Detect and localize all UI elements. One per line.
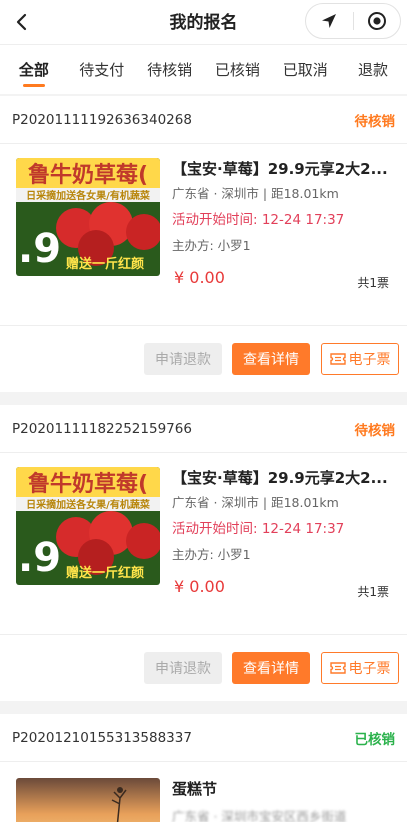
e-ticket-button[interactable]: 电子票 (321, 652, 399, 684)
tab-unpaid[interactable]: 待支付 (68, 45, 136, 94)
order-actions: 申请退款 查看详情 电子票 (0, 326, 407, 392)
event-title: 【宝安·草莓】29.9元享2大2... (172, 469, 388, 487)
order-number: P20201111182252159766 (12, 420, 192, 437)
nav-header: 我的报名 (0, 0, 407, 44)
tab-verified[interactable]: 已核销 (203, 45, 271, 94)
event-title: 蛋糕节 (172, 780, 218, 798)
order-card: P20201210155313588337 已核销 蛋糕节 广东省 · 深圳市宝… (0, 714, 407, 829)
event-start-time: 活动开始时间: 12-24 17:37 (172, 212, 345, 228)
thumbnail-top-text: 鲁牛奶草莓( (27, 162, 148, 188)
order-status: 待核销 (354, 113, 396, 130)
event-location: 广东省 · 深圳市 | 距18.01km (172, 186, 339, 201)
status-tabs: 全部 待支付 待核销 已核销 已取消 退款 (0, 44, 407, 94)
thumbnail-price-text: .9 (18, 226, 61, 272)
order-price: ¥ 0.00 (174, 577, 225, 596)
view-detail-button[interactable]: 查看详情 (232, 652, 310, 684)
e-ticket-label: 电子票 (348, 352, 391, 368)
e-ticket-label: 电子票 (348, 661, 391, 677)
event-start-time: 活动开始时间: 12-24 17:37 (172, 521, 345, 537)
event-location: 广东省 · 深圳市 | 距18.01km (172, 495, 339, 510)
order-item[interactable]: 蛋糕节 广东省 · 深圳市宝安区西乡街道 (0, 762, 407, 822)
order-card: P20201111192636340268 待核销 鲁牛奶草莓( 日采摘加送各女… (0, 96, 407, 392)
ticket-count: 共1票 (357, 276, 389, 290)
ticket-count: 共1票 (357, 585, 389, 599)
navigation-arrow-icon (322, 14, 337, 28)
thumbnail-bottom-text: 赠送一斤红颜 (66, 565, 144, 581)
miniprogram-capsule (305, 3, 401, 39)
order-header: P20201210155313588337 已核销 (0, 714, 407, 762)
view-detail-button[interactable]: 查看详情 (232, 343, 310, 375)
order-card: P20201111182252159766 待核销 鲁牛奶草莓( 日采摘加送各女… (0, 405, 407, 701)
event-organizer: 主办方: 小罗1 (172, 547, 251, 562)
order-number: P20201111192636340268 (12, 111, 192, 128)
e-ticket-button[interactable]: 电子票 (321, 343, 399, 375)
refund-button[interactable]: 申请退款 (144, 343, 222, 375)
order-status: 已核销 (354, 731, 396, 748)
order-item[interactable]: 鲁牛奶草莓( 日采摘加送各女果/有机蔬菜 .9 赠送一斤红颜 【宝安·草莓】29… (0, 453, 407, 635)
thumbnail-bottom-text: 赠送一斤红颜 (66, 256, 144, 272)
event-title: 【宝安·草莓】29.9元享2大2... (172, 160, 388, 178)
refund-button[interactable]: 申请退款 (144, 652, 222, 684)
thumbnail-banner-text: 日采摘加送各女果/有机蔬菜 (26, 498, 151, 511)
thumbnail-top-text: 鲁牛奶草莓( (27, 471, 148, 497)
event-thumbnail: 鲁牛奶草莓( 日采摘加送各女果/有机蔬菜 .9 赠送一斤红颜 (16, 467, 160, 585)
thumbnail-price-text: .9 (18, 535, 61, 581)
event-thumbnail: 鲁牛奶草莓( 日采摘加送各女果/有机蔬菜 .9 赠送一斤红颜 (16, 158, 160, 276)
close-miniprogram-button[interactable] (354, 4, 401, 38)
tab-cancelled[interactable]: 已取消 (271, 45, 339, 94)
order-actions: 申请退款 查看详情 电子票 (0, 635, 407, 701)
order-header: P20201111192636340268 待核销 (0, 96, 407, 144)
event-thumbnail (16, 778, 160, 822)
thumbnail-banner-text: 日采摘加送各女果/有机蔬菜 (26, 189, 151, 202)
event-organizer: 主办方: 小罗1 (172, 238, 251, 253)
ticket-icon (329, 353, 346, 365)
tab-all[interactable]: 全部 (0, 45, 68, 94)
order-status: 待核销 (354, 422, 396, 439)
order-header: P20201111182252159766 待核销 (0, 405, 407, 453)
ticket-icon (329, 662, 346, 674)
order-price: ¥ 0.00 (174, 268, 225, 287)
tab-to-verify[interactable]: 待核销 (136, 45, 204, 94)
order-item[interactable]: 鲁牛奶草莓( 日采摘加送各女果/有机蔬菜 .9 赠送一斤红颜 【宝安·草莓】29… (0, 144, 407, 326)
record-circle-icon (367, 12, 386, 30)
location-button[interactable] (306, 4, 353, 38)
order-number: P20201210155313588337 (12, 729, 192, 746)
event-location: 广东省 · 深圳市宝安区西乡街道 (172, 809, 347, 822)
tab-refund[interactable]: 退款 (339, 45, 407, 94)
